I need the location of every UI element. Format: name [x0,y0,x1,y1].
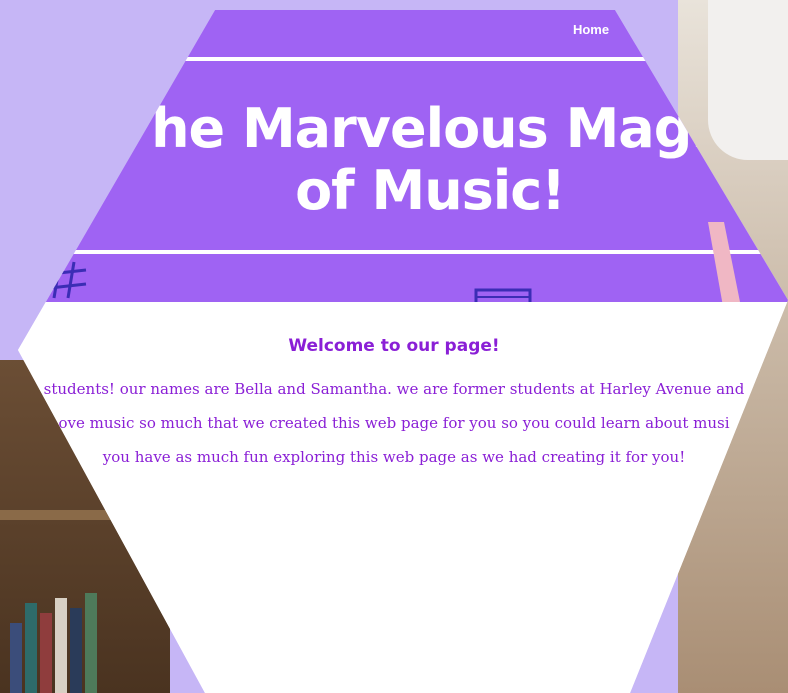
bottom-divider [18,250,788,254]
book [25,603,37,693]
nav-home-link[interactable]: Home [560,22,622,37]
welcome-heading: Welcome to our page! [288,336,500,356]
book [40,613,52,693]
book [70,608,82,693]
hero-banner: Home he Marvelous Magi of Music! [18,10,788,302]
person-shirt [708,0,788,160]
page-title-line2: of Music! [295,159,566,222]
intro-text-line: students! our names are Bella and Samant… [43,380,745,398]
page-title: he Marvelous Magi of Music! [130,98,730,222]
top-divider [18,57,788,61]
book [10,623,22,693]
box-doodle-icon [474,288,532,302]
intro-text-line: you have as much fun exploring this web … [102,448,686,466]
book [55,598,67,693]
book [85,593,97,693]
pencil-doodle-icon [708,222,742,302]
page-title-line1: he Marvelous Magi [151,97,710,160]
hashtag-doodle-icon [49,261,87,299]
intro-text-line: ove music so much that we created this w… [58,414,730,432]
